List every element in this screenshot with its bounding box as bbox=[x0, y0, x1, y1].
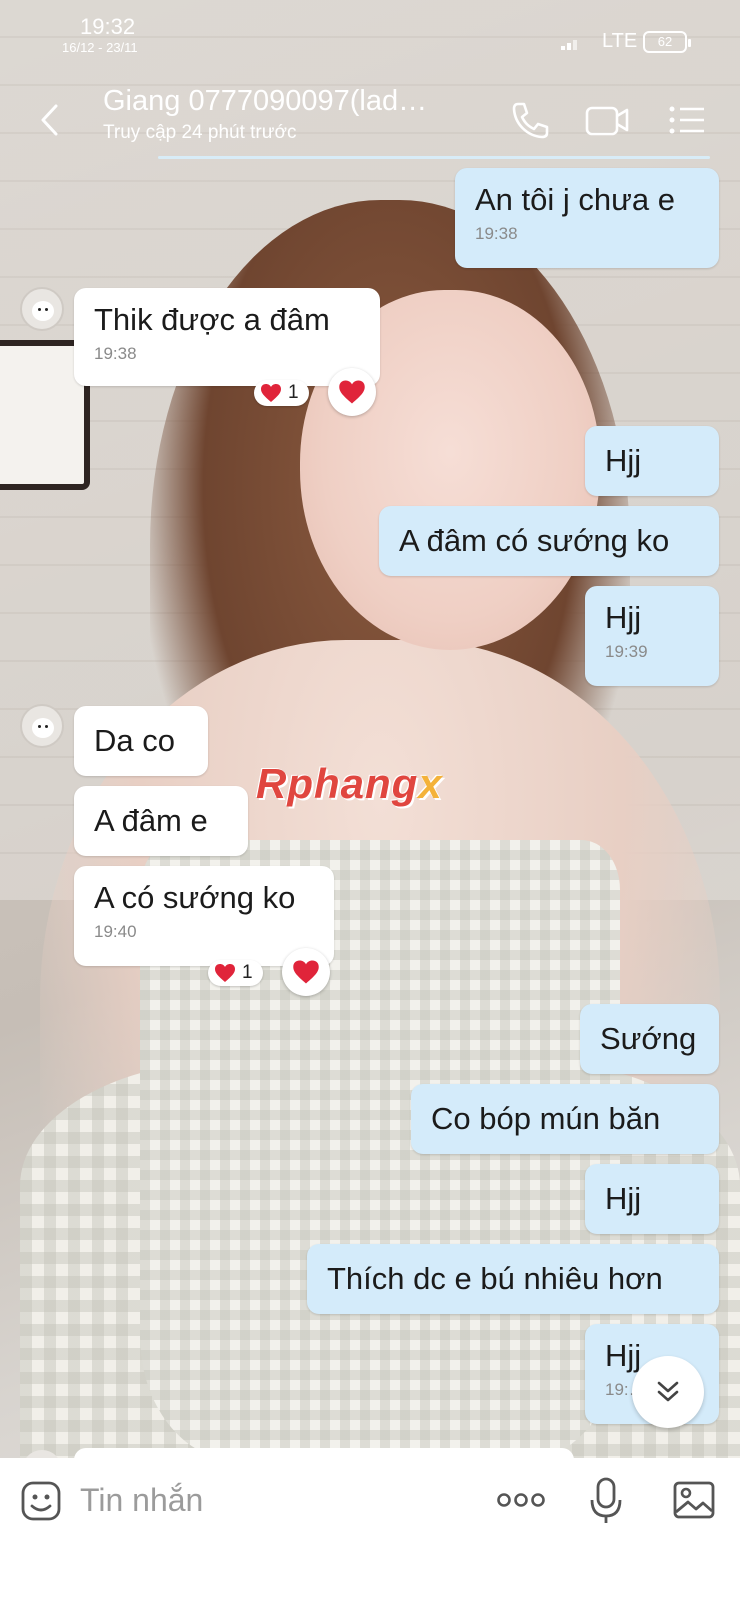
message-bubble-outgoing[interactable]: A đâm có sướng ko bbox=[379, 506, 719, 576]
message-text: Sướng bbox=[600, 1021, 697, 1056]
message-input[interactable] bbox=[80, 1476, 460, 1524]
phone-icon[interactable] bbox=[506, 98, 550, 142]
network-type: LTE bbox=[602, 30, 638, 52]
message-bubble-incoming[interactable]: Thik được a đâm 19:38 bbox=[74, 288, 380, 386]
scroll-to-bottom-button[interactable] bbox=[632, 1356, 704, 1428]
more-dots-icon[interactable] bbox=[496, 1488, 546, 1512]
status-time: 19:32 bbox=[80, 14, 136, 39]
message-bubble-outgoing[interactable]: An tôi j chưa e 19:38 bbox=[455, 168, 719, 268]
chevron-down-icon bbox=[657, 1381, 679, 1402]
status-date: 16/12 - 23/11 bbox=[62, 40, 138, 55]
back-arrow-icon[interactable] bbox=[36, 100, 64, 140]
battery-indicator: 62 bbox=[643, 31, 691, 53]
sticker-icon[interactable] bbox=[20, 1480, 62, 1522]
signal-icon bbox=[561, 40, 577, 50]
last-active-status: Truy cập 24 phút trước bbox=[103, 122, 297, 143]
avatar[interactable] bbox=[20, 704, 64, 748]
reaction-count-value: 1 bbox=[242, 962, 253, 983]
message-bubble-outgoing[interactable]: Hjj bbox=[585, 426, 719, 496]
message-text: Hjj bbox=[605, 443, 642, 478]
message-text: Hjj bbox=[605, 600, 642, 635]
message-text: A đâm e bbox=[94, 803, 208, 838]
avatar[interactable] bbox=[20, 287, 64, 331]
heart-icon bbox=[339, 380, 365, 404]
message-text: Co bóp mún băn bbox=[431, 1101, 661, 1136]
header-divider bbox=[158, 156, 710, 159]
message-time: 19:38 bbox=[475, 224, 518, 243]
menu-icon[interactable] bbox=[668, 98, 712, 142]
message-text: An tôi j chưa e bbox=[475, 182, 675, 217]
heart-icon bbox=[261, 384, 281, 402]
message-bubble-outgoing[interactable]: Co bóp mún băn bbox=[411, 1084, 719, 1154]
status-bar: 19:32 16/12 - 23/11 LTE 62 bbox=[0, 0, 740, 62]
chat-header: Giang 0777090097(lad… Truy cập 24 phút t… bbox=[0, 62, 740, 162]
message-text: A đâm có sướng ko bbox=[399, 523, 670, 558]
message-text: A có sướng ko bbox=[94, 880, 296, 915]
message-time: 19:38 bbox=[94, 344, 137, 363]
react-heart-button[interactable] bbox=[282, 948, 330, 996]
message-bubble-outgoing[interactable]: Hjj 19:39 bbox=[585, 586, 719, 686]
message-text: Hjj bbox=[605, 1181, 642, 1216]
message-text: Thik được a đâm bbox=[94, 302, 330, 337]
message-bubble-outgoing[interactable]: Hjj bbox=[585, 1164, 719, 1234]
message-text: Thích dc e bú nhiêu hơn bbox=[327, 1261, 663, 1296]
message-input-bar bbox=[0, 1458, 740, 1600]
reaction-count[interactable]: 1 bbox=[208, 960, 263, 986]
reaction-count[interactable]: 1 bbox=[254, 380, 309, 406]
watermark-logo: Rphangx bbox=[256, 760, 443, 807]
message-bubble-incoming[interactable]: Da co bbox=[74, 706, 208, 776]
message-time: 19:40 bbox=[94, 922, 137, 941]
message-bubble-outgoing[interactable]: Sướng bbox=[580, 1004, 719, 1074]
heart-icon bbox=[293, 960, 319, 984]
message-bubble-incoming[interactable]: A đâm e bbox=[74, 786, 248, 856]
react-heart-button[interactable] bbox=[328, 368, 376, 416]
message-time: 19:39 bbox=[605, 642, 648, 661]
reaction-count-value: 1 bbox=[288, 382, 299, 403]
message-bubble-outgoing[interactable]: Thích dc e bú nhiêu hơn bbox=[307, 1244, 719, 1314]
contact-name[interactable]: Giang 0777090097(lad… bbox=[103, 85, 465, 118]
heart-icon bbox=[215, 964, 235, 982]
video-call-icon[interactable] bbox=[584, 98, 629, 142]
microphone-icon[interactable] bbox=[588, 1476, 624, 1526]
image-icon[interactable] bbox=[672, 1478, 716, 1522]
message-text: Da co bbox=[94, 723, 175, 758]
